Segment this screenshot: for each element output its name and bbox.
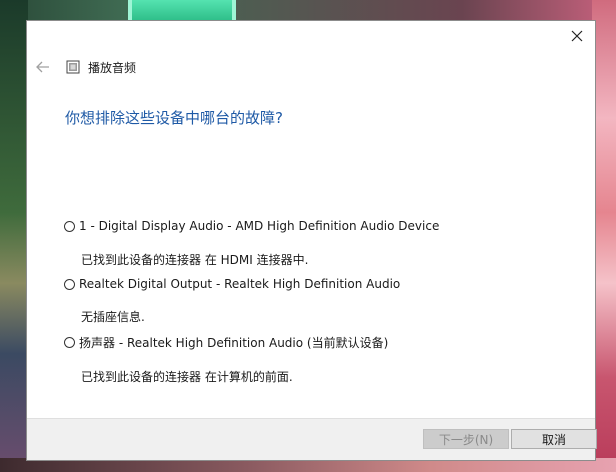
option-label: 扬声器 - Realtek High Definition Audio (当前默…	[79, 336, 389, 350]
next-button[interactable]: 下一步(N)	[423, 429, 509, 449]
back-button[interactable]	[35, 59, 51, 75]
troubleshooter-icon	[66, 60, 80, 74]
device-option-realtek-digital[interactable]: Realtek Digital Output - Realtek High De…	[64, 277, 400, 291]
troubleshooter-dialog: 播放音频 你想排除这些设备中哪台的故障? 1 - Digital Display…	[26, 20, 597, 461]
wallpaper-glow	[128, 0, 236, 20]
option-description: 无插座信息.	[81, 310, 145, 324]
option-label: Realtek Digital Output - Realtek High De…	[79, 277, 401, 291]
device-option-speakers[interactable]: 扬声器 - Realtek High Definition Audio (当前默…	[64, 334, 388, 351]
radio-button[interactable]	[64, 278, 75, 290]
option-description: 已找到此设备的连接器 在计算机的前面.	[81, 370, 293, 384]
radio-button[interactable]	[64, 337, 75, 348]
dialog-footer: 下一步(N) 取消	[27, 418, 597, 460]
app-title: 播放音频	[88, 60, 137, 75]
option-label: 1 - Digital Display Audio - AMD High Def…	[79, 219, 440, 233]
device-option-amd-hdmi[interactable]: 1 - Digital Display Audio - AMD High Def…	[64, 219, 439, 233]
close-button[interactable]	[565, 25, 589, 47]
option-description: 已找到此设备的连接器 在 HDMI 连接器中.	[81, 253, 309, 267]
page-heading: 你想排除这些设备中哪台的故障?	[65, 109, 283, 127]
back-arrow-icon	[36, 61, 49, 73]
wallpaper-left-edge	[0, 0, 28, 472]
radio-button[interactable]	[64, 220, 75, 232]
nav-row: 播放音频	[35, 57, 136, 77]
close-icon	[571, 30, 583, 42]
cancel-button[interactable]: 取消	[511, 429, 597, 449]
